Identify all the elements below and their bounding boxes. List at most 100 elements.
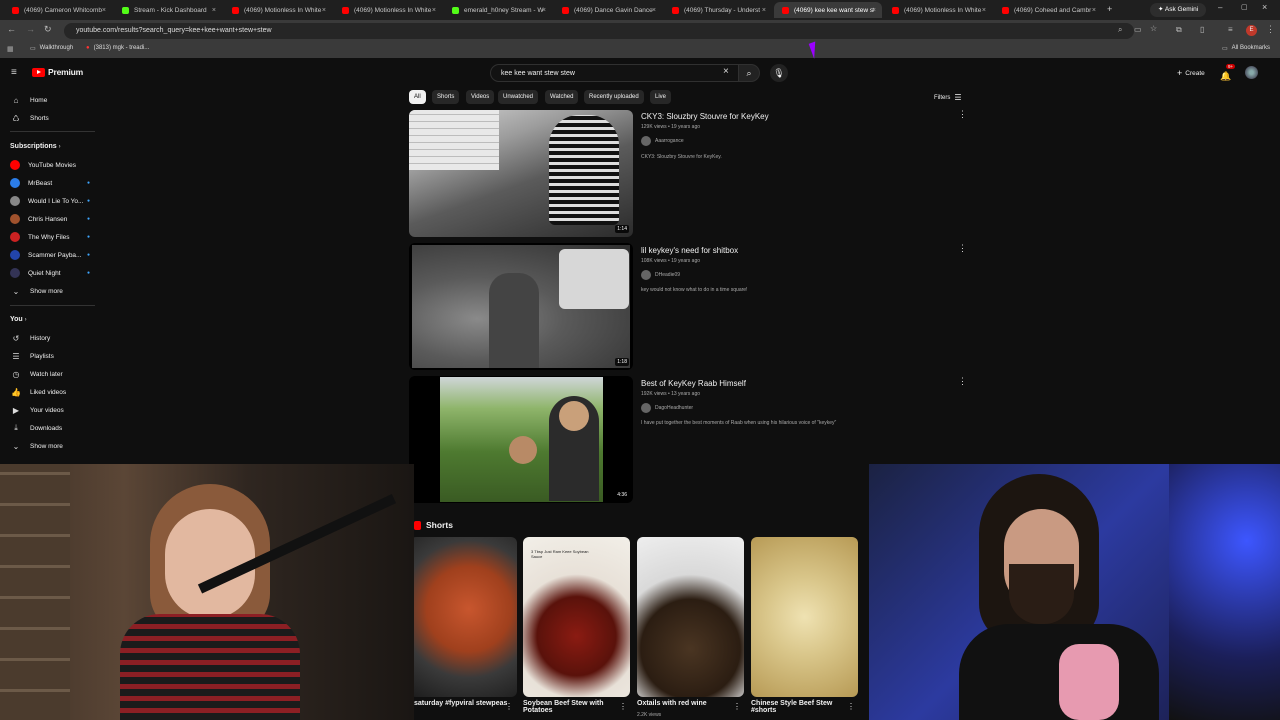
filter-chip[interactable]: All (409, 90, 426, 104)
menu-kebab-icon[interactable]: ⋮ (1266, 24, 1275, 35)
short-more-icon[interactable]: ⋮ (505, 702, 513, 711)
browser-tab[interactable]: (4069) Motionless In White × (884, 2, 992, 18)
close-tab-icon[interactable]: × (102, 7, 106, 14)
cast-icon[interactable]: ▭ (1134, 25, 1142, 34)
extensions-icon[interactable]: ⧉ (1176, 25, 1182, 35)
browser-tab[interactable]: (4069) Coheed and Cambr × (994, 2, 1102, 18)
browser-tab[interactable]: Stream - Kick Dashboard × (114, 2, 222, 18)
sidebar-item-history[interactable]: ↺ History (10, 331, 51, 345)
clear-search-icon[interactable]: × (723, 66, 729, 77)
result-thumbnail-3[interactable]: 4:36 (409, 376, 633, 503)
account-avatar[interactable] (1245, 66, 1258, 79)
result-title-2[interactable]: lil keykey's need for shitbox (641, 246, 738, 255)
result-thumbnail-2[interactable]: 1:18 (409, 243, 633, 370)
sidebar-subscription-item[interactable]: Quiet Night (10, 266, 61, 280)
sidebar-item-home[interactable]: ⌂ Home (10, 93, 48, 107)
short-title-1[interactable]: saturday #fypviral stewpeas (414, 700, 514, 707)
search-input[interactable]: kee kee want stew stew (490, 64, 740, 82)
sidepanel-icon[interactable]: ▯ (1200, 25, 1204, 34)
short-thumbnail-3[interactable] (637, 537, 744, 697)
browser-tab[interactable]: (4069) Cameron Whitcomb × (4, 2, 112, 18)
short-more-icon[interactable]: ⋮ (733, 702, 741, 711)
filter-chip[interactable]: Watched (545, 90, 579, 104)
media-icon[interactable]: ≡ (1228, 25, 1233, 34)
close-tab-icon[interactable]: × (432, 7, 436, 14)
forward-icon[interactable]: → (26, 24, 35, 34)
maximize-icon[interactable]: ▢ (1241, 3, 1248, 11)
bookmark-walkthrough[interactable]: ▭ Walkthrough (30, 45, 73, 52)
minimize-icon[interactable]: – (1218, 3, 1222, 12)
back-icon[interactable]: ← (7, 24, 16, 34)
short-title-3[interactable]: Oxtails with red wine (637, 700, 737, 707)
close-window-icon[interactable]: × (1262, 2, 1267, 12)
close-tab-icon[interactable]: × (652, 7, 656, 14)
filter-chip[interactable]: Shorts (432, 90, 460, 104)
close-tab-icon[interactable]: × (762, 7, 766, 14)
create-button[interactable]: + Create (1172, 65, 1210, 81)
filter-chip[interactable]: Unwatched (498, 90, 539, 104)
short-thumbnail-1[interactable] (410, 537, 517, 697)
browser-tab[interactable]: (4069) Motionless In White × (334, 2, 442, 18)
result-title-1[interactable]: CKY3: Slouzbry Stouvre for KeyKey (641, 112, 769, 121)
close-tab-icon[interactable]: × (542, 7, 546, 14)
filter-chip[interactable]: Videos (466, 90, 495, 104)
sidebar-subscription-item[interactable]: Chris Hansen (10, 212, 67, 226)
more-actions-icon[interactable]: ⋮ (958, 109, 967, 120)
short-title-2[interactable]: Soybean Beef Stew with Potatoes (523, 700, 623, 714)
filter-chip[interactable]: Recently uploaded (584, 90, 644, 104)
close-tab-icon[interactable]: × (212, 7, 216, 14)
short-more-icon[interactable]: ⋮ (847, 702, 855, 711)
result-channel[interactable]: DHeadie09 (641, 270, 680, 280)
result-channel[interactable]: Aaarrogance (641, 136, 684, 146)
short-more-icon[interactable]: ⋮ (619, 702, 627, 711)
you-show-more[interactable]: ⌄ Show more (10, 439, 63, 453)
youtube-logo[interactable]: Premium (32, 67, 83, 77)
apps-icon[interactable]: ▦ (7, 45, 14, 53)
voice-search-button[interactable]: 🎙 (770, 64, 788, 82)
browser-tab[interactable]: emerald_h0ney Stream - W × (444, 2, 552, 18)
short-title-4[interactable]: Chinese Style Beef Stew #shorts (751, 700, 851, 714)
subscriptions-heading[interactable]: Subscriptions › (10, 143, 61, 150)
sidebar-subscription-item[interactable]: Would I Lie To Yo... (10, 194, 83, 208)
close-tab-icon[interactable]: × (982, 7, 986, 14)
browser-tab[interactable]: (4069) Thursday - Underst × (664, 2, 772, 18)
zoom-icon[interactable]: ⌕ (1118, 25, 1122, 35)
browser-tab[interactable]: (4069) Dance Gavin Dance × (554, 2, 662, 18)
sidebar-item-download[interactable]: ⤓ Downloads (10, 421, 62, 435)
short-thumbnail-2[interactable]: 3 Tbsp Just Ram Keee Soybean Sauce (523, 537, 630, 697)
close-tab-icon[interactable]: × (1092, 7, 1096, 14)
sidebar-item-clock[interactable]: ◷ Watch later (10, 367, 63, 381)
browser-tab[interactable]: (4069) kee kee want stew st × (774, 2, 882, 18)
filter-chip[interactable]: Live (650, 90, 672, 104)
url-field[interactable]: youtube.com/results?search_query=kee+kee… (64, 23, 1134, 39)
result-title-3[interactable]: Best of KeyKey Raab Himself (641, 379, 746, 388)
result-thumbnail-1[interactable]: 1:14 (409, 110, 633, 237)
short-thumbnail-4[interactable] (751, 537, 858, 697)
reload-icon[interactable]: ↻ (44, 24, 52, 35)
search-button[interactable]: ⌕ (738, 64, 760, 82)
more-actions-icon[interactable]: ⋮ (958, 376, 967, 387)
subscriptions-show-more[interactable]: ⌄ Show more (10, 284, 63, 298)
filters-button[interactable]: Filters ☰ (934, 93, 962, 102)
sidebar-item-playlists[interactable]: ☰ Playlists (10, 349, 53, 363)
profile-avatar[interactable]: E (1246, 25, 1257, 36)
new-tab-button[interactable]: + (1107, 4, 1112, 14)
sidebar-subscription-item[interactable]: Scammer Payba... (10, 248, 81, 262)
sidebar-subscription-item[interactable]: The Why Files (10, 230, 70, 244)
sidebar-subscription-item[interactable]: YouTube Movies (10, 158, 76, 172)
close-tab-icon[interactable]: × (322, 7, 326, 14)
sidebar-item-shorts[interactable]: ♺ Shorts (10, 111, 48, 125)
browser-tab[interactable]: (4069) Motionless In White × (224, 2, 332, 18)
close-tab-icon[interactable]: × (872, 7, 876, 14)
sidebar-item-video[interactable]: ▶ Your videos (10, 403, 64, 417)
bookmark-mgk[interactable]: ● (3813) mgk - treadi... (86, 45, 149, 51)
result-channel[interactable]: DagoHeadhunter (641, 403, 693, 413)
notifications-button[interactable]: 🔔 9+ (1220, 64, 1236, 84)
bookmark-star-icon[interactable]: ☆ (1150, 24, 1157, 33)
sidebar-subscription-item[interactable]: MrBeast (10, 176, 52, 190)
all-bookmarks[interactable]: ▭ All Bookmarks (1222, 45, 1270, 52)
you-heading[interactable]: You › (10, 316, 27, 323)
sidebar-item-thumbs-up[interactable]: 👍 Liked videos (10, 385, 66, 399)
hamburger-menu-icon[interactable]: ≡ (11, 67, 17, 78)
ask-gemini-button[interactable]: ✦ Ask Gemini (1150, 3, 1207, 17)
